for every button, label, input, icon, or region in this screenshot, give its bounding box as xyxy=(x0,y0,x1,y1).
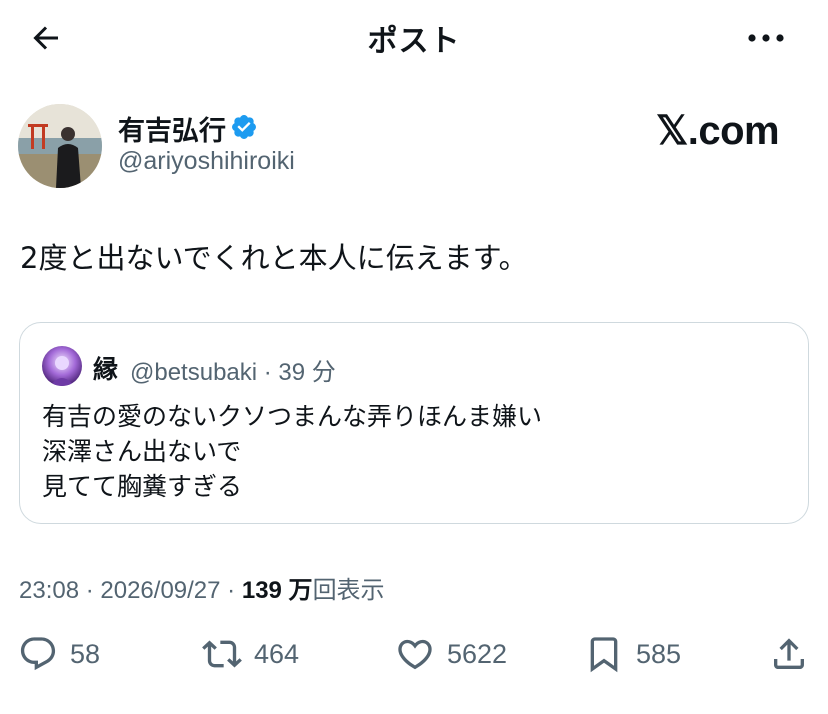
more-button[interactable] xyxy=(742,18,790,58)
top-bar: ポスト xyxy=(0,0,828,72)
quoted-author-meta: @betsubaki · 39 分 xyxy=(130,359,336,386)
views-count[interactable]: 139 万 xyxy=(242,577,313,604)
bookmark-button[interactable]: 585 xyxy=(584,632,681,676)
x-brand-logo: 𝕏.com xyxy=(656,109,780,153)
tweet-text: 2度と出ないでくれと本人に伝えます。 xyxy=(20,241,528,275)
reply-button[interactable]: 58 xyxy=(18,632,100,676)
more-horizontal-icon xyxy=(748,34,784,42)
timestamp-text[interactable]: 23:08 · 2026/09/27 · xyxy=(19,577,242,604)
verified-badge-icon xyxy=(232,115,256,139)
retweet-button[interactable]: 464 xyxy=(202,632,299,676)
quoted-author-name: 縁 xyxy=(93,355,119,384)
retweet-icon xyxy=(202,640,242,668)
retweet-count: 464 xyxy=(254,638,300,669)
reply-icon xyxy=(20,637,56,671)
author-handle[interactable]: @ariyoshihiroiki xyxy=(118,147,295,176)
share-icon xyxy=(774,638,804,669)
bookmark-icon xyxy=(590,637,618,673)
author-name[interactable]: 有吉弘行 xyxy=(118,109,226,148)
quoted-author-avatar xyxy=(42,346,82,386)
like-count: 5622 xyxy=(447,638,508,669)
page-title: ポスト xyxy=(367,24,461,59)
quoted-tweet-card[interactable]: 縁 @betsubaki · 39 分 有吉の愛のないクソつまんな弄りほんま嫌い… xyxy=(19,322,809,524)
quoted-text-line: 有吉の愛のないクソつまんな弄りほんま嫌い xyxy=(42,402,543,431)
quoted-text-line: 見てて胸糞すぎる xyxy=(42,472,243,501)
post-timestamp: 23:08 · 2026/09/27 · 139 万回表示 xyxy=(19,570,385,605)
bookmark-count: 585 xyxy=(636,638,682,669)
views-label: 回表示 xyxy=(312,577,385,604)
author-avatar[interactable] xyxy=(18,104,102,188)
like-button[interactable]: 5622 xyxy=(395,632,507,676)
share-button[interactable] xyxy=(769,632,809,676)
heart-icon xyxy=(398,639,432,670)
reply-count: 58 xyxy=(70,638,101,669)
quoted-text-line: 深澤さん出ないで xyxy=(42,437,242,466)
